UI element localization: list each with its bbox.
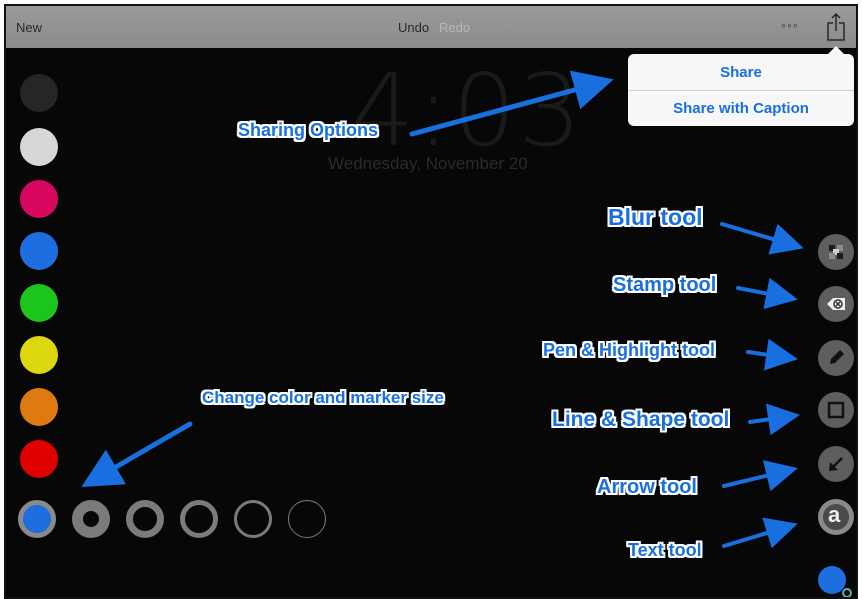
arrow-sharing	[409, 70, 614, 137]
screenshot-frame: New Undo Redo ◦◦◦ 4:03 Wednesday, Novemb…	[4, 4, 858, 599]
arrow-stamp	[736, 277, 798, 310]
callout-color-size: Change color and marker size	[202, 388, 444, 407]
arrow-shape	[748, 403, 800, 436]
arrow-pen	[746, 338, 798, 371]
arrow-color	[81, 421, 193, 488]
arrow-text	[722, 517, 798, 549]
callout-pen-tool: Pen & Highlight tool	[543, 340, 715, 360]
callout-arrow-tool: Arrow tool	[597, 476, 697, 498]
annotation-arrows	[81, 70, 804, 549]
callout-blur-tool: Blur tool	[608, 204, 703, 230]
callout-text-tool: Text tool	[628, 540, 702, 560]
arrow-blur	[720, 222, 804, 255]
callout-stamp-tool: Stamp tool	[613, 274, 717, 296]
callout-shape-tool: Line & Shape tool	[552, 408, 730, 431]
arrow-arrow	[722, 460, 798, 492]
callout-sharing-options: Sharing Options	[238, 120, 379, 140]
